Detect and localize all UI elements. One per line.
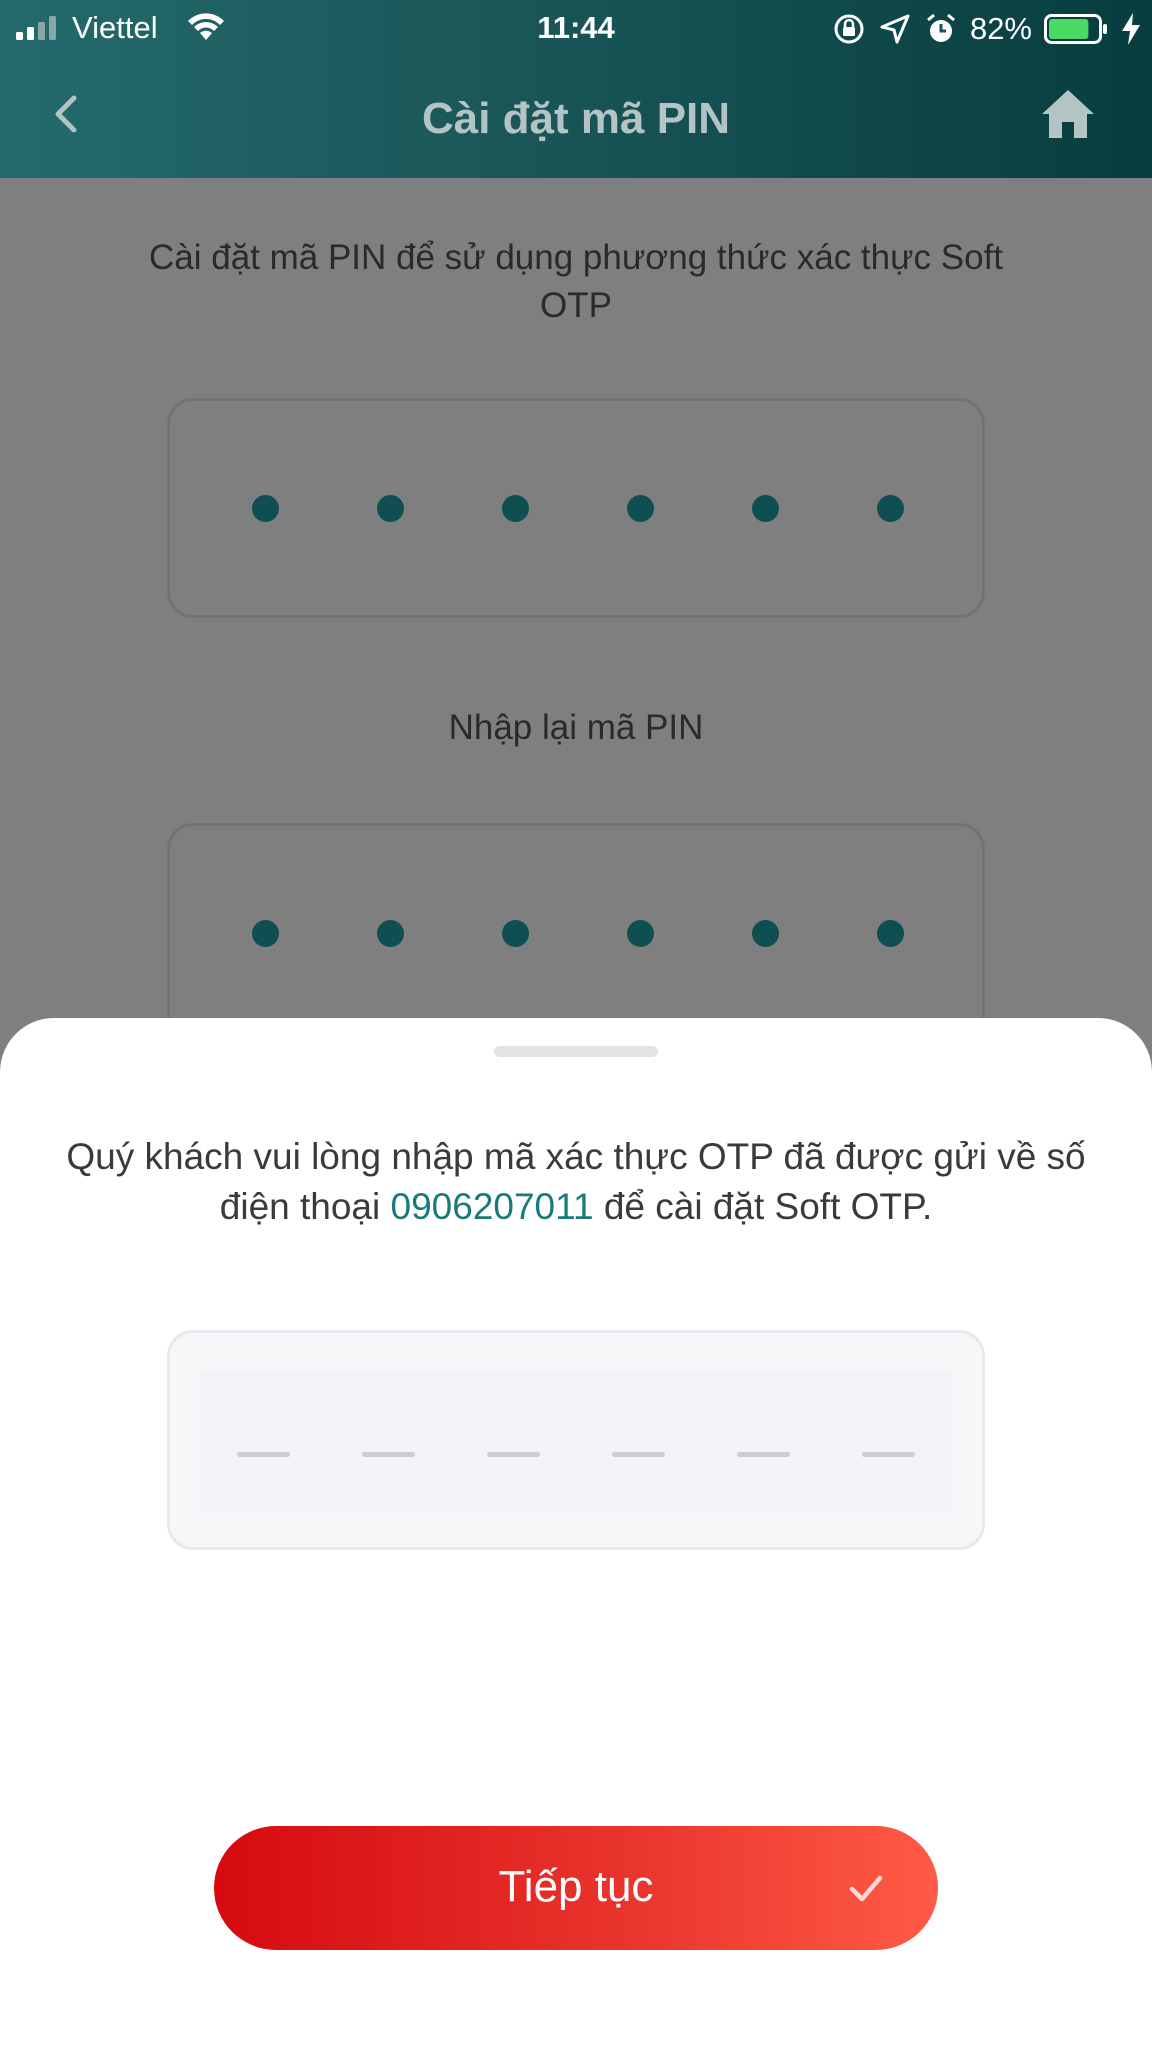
confirm-pin-dot — [627, 919, 654, 947]
otp-digit-slot — [362, 1452, 415, 1457]
pin-setup-instructions: Cài đặt mã PIN để sử dụng phương thức xá… — [148, 238, 1004, 325]
otp-input[interactable] — [167, 1330, 985, 1550]
reenter-pin-label: Nhập lại mã PIN — [448, 708, 704, 747]
otp-digit-slot — [237, 1452, 290, 1457]
otp-digit-slot — [862, 1452, 915, 1457]
pin-dots — [170, 401, 982, 615]
otp-digit-slot — [737, 1452, 790, 1457]
pin-dot — [377, 494, 404, 522]
confirm-pin-input[interactable] — [167, 823, 985, 1043]
confirm-pin-dot — [752, 919, 779, 947]
confirm-pin-dot — [252, 919, 279, 947]
pin-dot — [502, 494, 529, 522]
status-icons: 82% — [832, 8, 1142, 50]
continue-button-label: Tiếp tục — [498, 1862, 654, 1911]
otp-message-suffix: để cài đặt Soft OTP. — [593, 1186, 933, 1227]
pin-dot — [252, 494, 279, 522]
battery-icon — [1044, 14, 1107, 44]
phone-number: 0906207011 — [390, 1186, 594, 1227]
location-icon — [880, 14, 910, 44]
confirm-pin-dot — [877, 919, 904, 947]
pin-dot — [627, 494, 654, 522]
pin-input[interactable] — [167, 398, 985, 618]
otp-digit-slot — [612, 1452, 665, 1457]
sheet-drag-handle[interactable] — [494, 1046, 658, 1057]
rotation-lock-icon — [834, 14, 864, 44]
top-bar: Viettel 11:44 82% Cài đặt mã PIN — [0, 0, 1152, 178]
otp-input-field[interactable] — [200, 1371, 952, 1511]
status-bar: Viettel 11:44 82% — [0, 0, 1152, 58]
otp-digit-slots — [200, 1371, 952, 1511]
page-title: Cài đặt mã PIN — [421, 94, 731, 143]
battery-percentage: 82% — [969, 11, 1032, 46]
alarm-icon — [926, 13, 955, 42]
confirm-pin-dot — [502, 919, 529, 947]
nav-header: Cài đặt mã PIN — [0, 58, 1152, 178]
charging-icon — [1122, 13, 1140, 45]
check-icon — [849, 1875, 883, 1902]
confirm-pin-dot — [377, 919, 404, 947]
pin-dot — [877, 494, 904, 522]
otp-digit-slot — [487, 1452, 540, 1457]
otp-bottom-sheet: Quý khách vui lòng nhập mã xác thực OTP … — [0, 1018, 1152, 2048]
confirm-pin-dots — [170, 826, 982, 1040]
pin-dot — [752, 494, 779, 522]
home-button[interactable] — [1040, 86, 1096, 142]
continue-button[interactable]: Tiếp tục — [214, 1826, 938, 1950]
otp-instructions: Quý khách vui lòng nhập mã xác thực OTP … — [40, 1132, 1112, 1232]
